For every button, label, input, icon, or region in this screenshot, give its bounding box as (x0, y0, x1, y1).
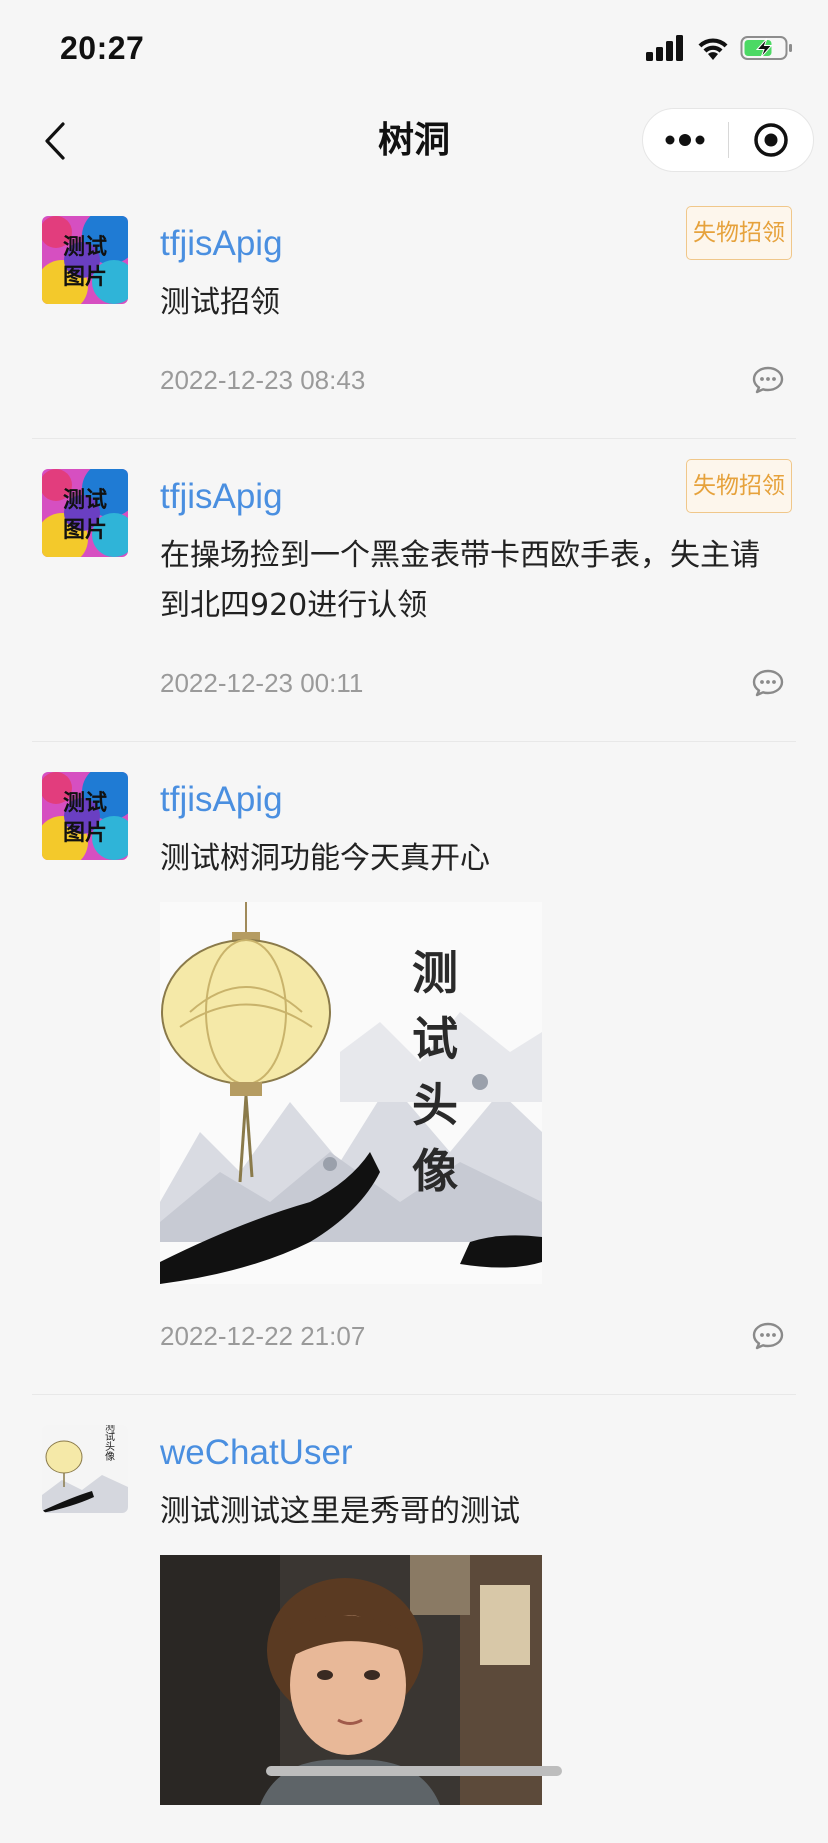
lost-found-tag: 失物招领 (686, 206, 792, 260)
post-content: 测试树洞功能今天真开心 (160, 841, 490, 876)
post-content: 测试招领 (160, 285, 280, 320)
comment-icon (752, 366, 784, 394)
post-content: 测试测试这里是秀哥的测试 (160, 1494, 520, 1529)
status-icons (646, 35, 794, 61)
battery-charging-icon (740, 36, 792, 60)
more-button[interactable] (643, 109, 728, 171)
post-meta: 2022-12-23 00:11 (160, 663, 796, 703)
more-dots-icon (665, 134, 705, 146)
avatar[interactable]: 测试 图片 (42, 469, 128, 557)
comment-icon (752, 1322, 784, 1350)
post-item: 测试 图片 失物招领 tfjisApig 测试招领 2022-12-23 08:… (32, 186, 796, 439)
avatar-text: 图片 (63, 821, 107, 846)
back-button[interactable] (30, 116, 80, 166)
avatar-text: 测试 (63, 235, 107, 260)
signal-icon (646, 35, 683, 61)
close-program-button[interactable] (729, 109, 814, 171)
avatar-image: 测试 图片 (42, 469, 128, 557)
chevron-left-icon (45, 122, 65, 160)
lantern-ink-image (160, 902, 542, 1284)
post-author[interactable]: weChatUser (160, 1425, 796, 1481)
avatar-text: 图片 (63, 265, 107, 290)
wifi-icon (698, 38, 728, 60)
avatar-image: 测试头像 (42, 1425, 128, 1513)
avatar-text: 图片 (63, 518, 107, 543)
post-item: 测试 图片 失物招领 tfjisApig 在操场捡到一个黑金表带卡西欧手表，失主… (32, 439, 796, 742)
comment-button[interactable] (746, 663, 790, 703)
avatar[interactable]: 测试头像 (42, 1425, 128, 1513)
target-icon (754, 123, 788, 157)
comment-button[interactable] (746, 360, 790, 400)
comment-button[interactable] (746, 1316, 790, 1356)
status-time: 20:27 (60, 29, 145, 66)
post-date: 2022-12-22 21:07 (160, 1320, 366, 1351)
image-caption: 测试头像 (412, 946, 458, 1198)
avatar-text: 测试 (63, 488, 107, 513)
avatar-image: 测试 图片 (42, 216, 128, 304)
post-meta: 2022-12-23 08:43 (160, 360, 796, 400)
avatar-image: 测试 图片 (42, 772, 128, 860)
status-bar: 20:27 (0, 0, 828, 96)
avatar[interactable]: 测试 图片 (42, 772, 128, 860)
comment-icon (752, 669, 784, 697)
home-indicator[interactable] (266, 1766, 562, 1776)
avatar-text: 测试头像 (103, 1425, 115, 1461)
avatar-text: 测试 (63, 791, 107, 816)
post-feed: 测试 图片 失物招领 tfjisApig 测试招领 2022-12-23 08:… (0, 186, 828, 1843)
post-image[interactable]: 测试头像 (160, 902, 542, 1284)
post-content: 在操场捡到一个黑金表带卡西欧手表，失主请到北四920进行认领 (160, 538, 760, 623)
post-item: 测试 图片 tfjisApig 测试树洞功能今天真开心 测试头像 2022-12… (32, 742, 796, 1395)
nav-bar: 树洞 (0, 96, 828, 186)
post-date: 2022-12-23 08:43 (160, 364, 366, 395)
post-author[interactable]: tfjisApig (160, 772, 796, 828)
avatar[interactable]: 测试 图片 (42, 216, 128, 304)
lost-found-tag: 失物招领 (686, 459, 792, 513)
post-date: 2022-12-23 00:11 (160, 667, 364, 698)
mini-program-capsule (642, 108, 814, 172)
post-meta: 2022-12-22 21:07 (160, 1316, 796, 1356)
